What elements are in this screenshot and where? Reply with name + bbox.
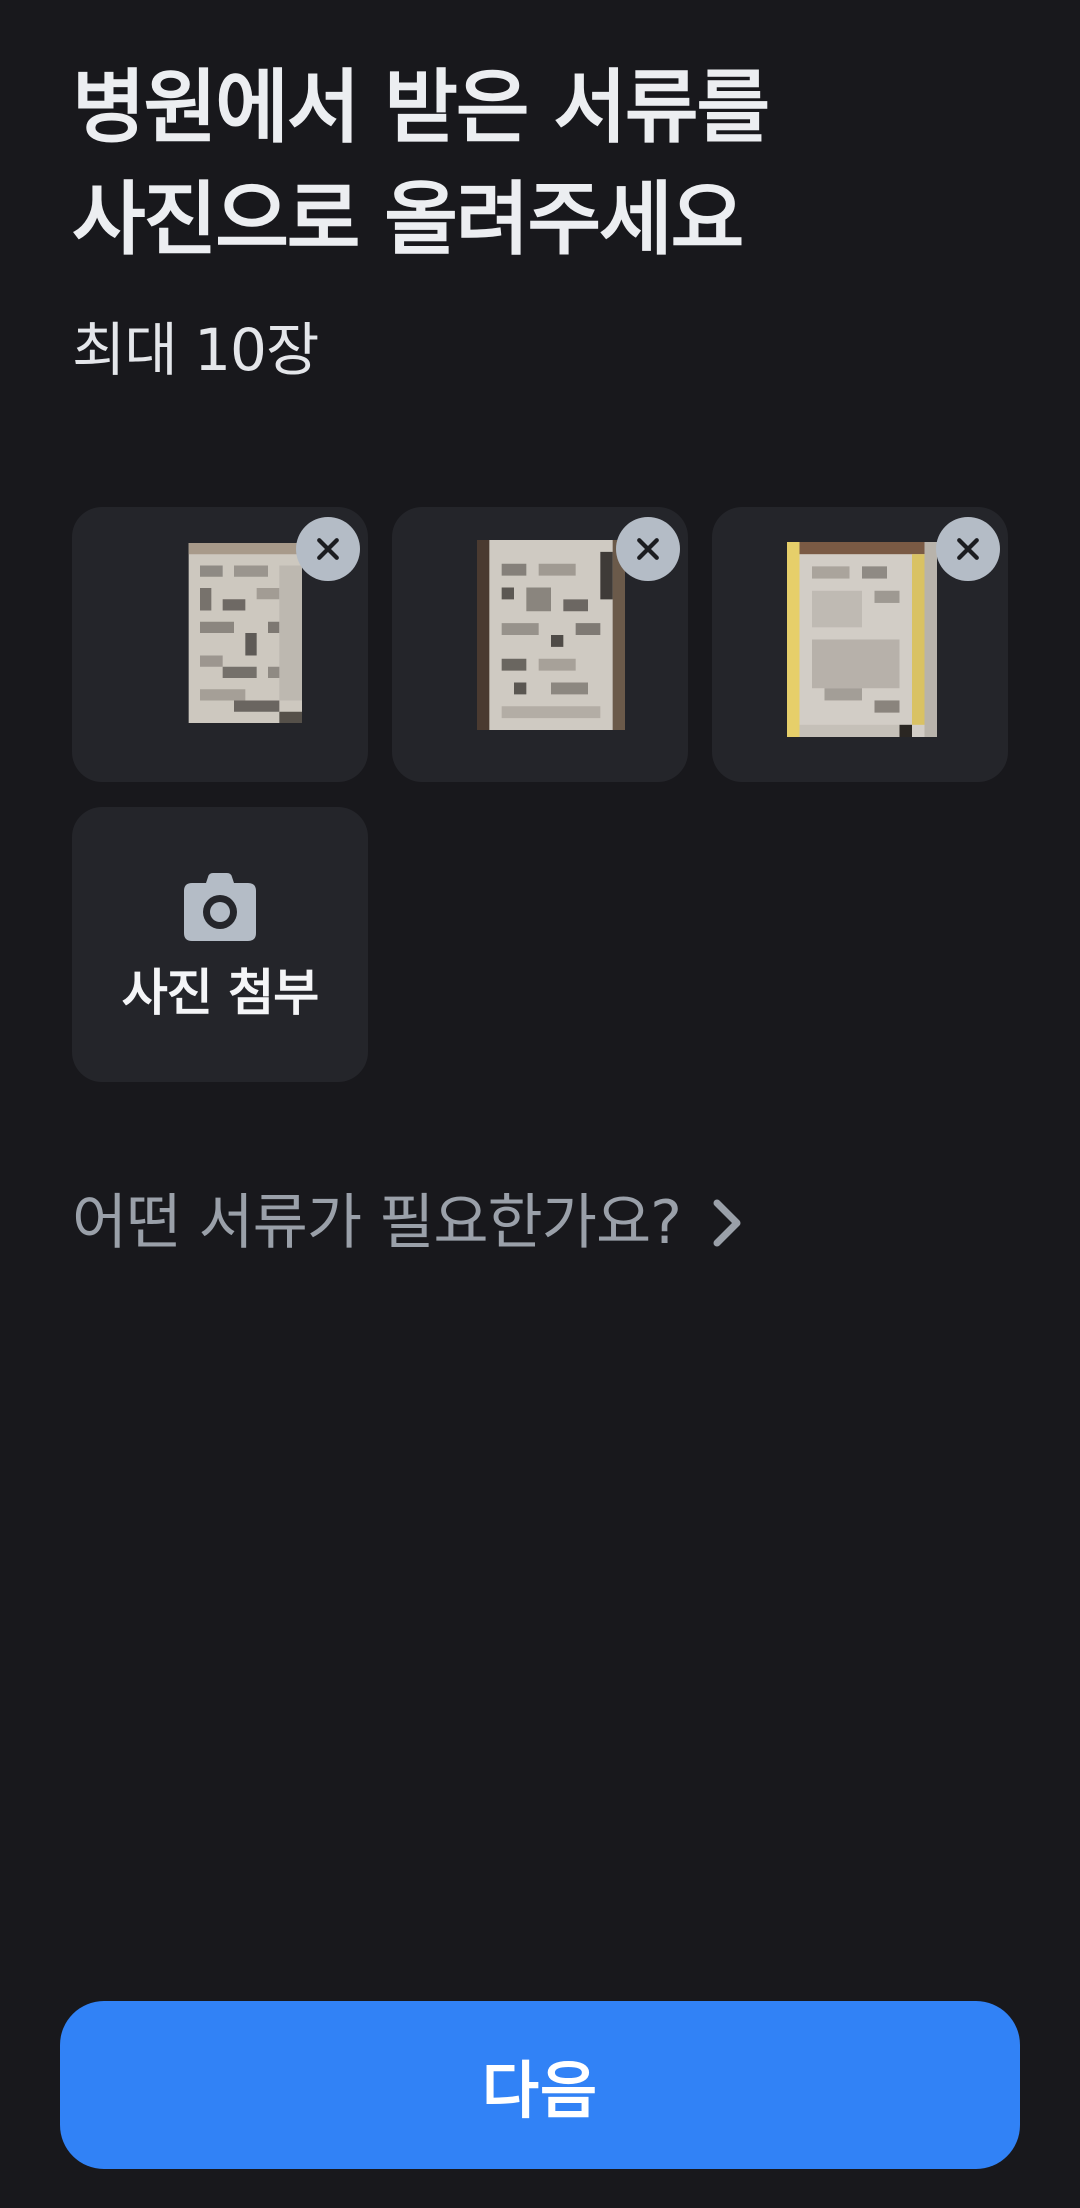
max-photos-caption: 최대 10장 (72, 316, 319, 384)
page-title-line-2: 사진으로 올려주세요 (72, 173, 744, 266)
next-button[interactable]: 다음 (60, 2001, 1020, 2169)
document-thumbnail (166, 543, 302, 723)
document-thumbnail (477, 540, 625, 730)
photo-tile[interactable] (392, 507, 688, 782)
page-title: 병원에서 받은 서류를 사진으로 올려주세요 (72, 52, 770, 276)
document-thumbnail (787, 542, 937, 737)
close-icon (317, 538, 339, 560)
photo-tile[interactable] (72, 507, 368, 782)
remove-photo-button[interactable] (296, 517, 360, 581)
remove-photo-button[interactable] (936, 517, 1000, 581)
photo-tile[interactable] (712, 507, 1008, 782)
add-photo-content[interactable]: 사진 첨부 (72, 807, 368, 1082)
chevron-right-icon (713, 1199, 741, 1247)
required-documents-link[interactable]: 어떤 서류가 필요한가요? (72, 1183, 747, 1263)
add-photo-button[interactable]: 사진 첨부 (72, 807, 368, 1082)
required-documents-text: 어떤 서류가 필요한가요? (72, 1188, 682, 1258)
remove-photo-button[interactable] (616, 517, 680, 581)
camera-icon (184, 872, 256, 941)
close-icon (637, 538, 659, 560)
page-title-line-1: 병원에서 받은 서류를 (72, 61, 770, 154)
add-photo-label: 사진 첨부 (121, 963, 319, 1022)
close-icon (957, 538, 979, 560)
photo-grid: 사진 첨부 (72, 507, 1008, 1083)
